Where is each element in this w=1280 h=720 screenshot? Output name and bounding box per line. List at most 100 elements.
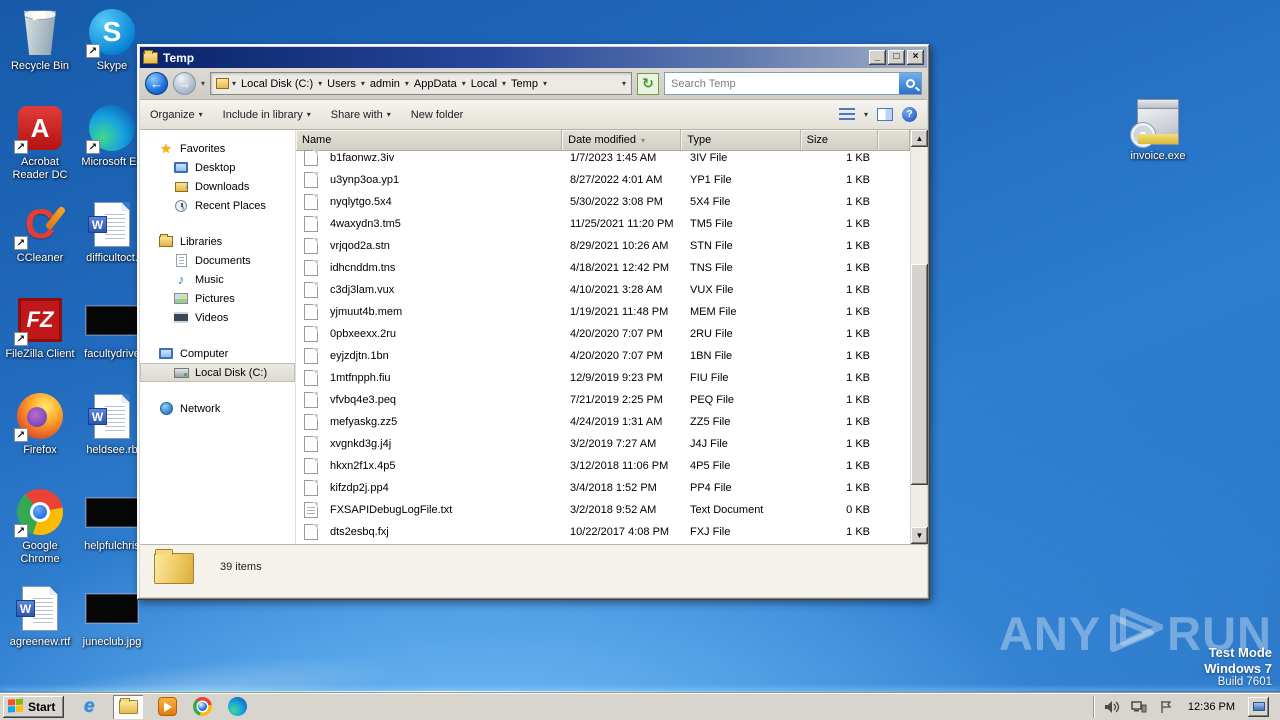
file-size: 1 KB [846,350,870,362]
table-row[interactable]: vfvbq4e3.peq 7/21/2019 2:25 PM PEQ File 1 K… [296,389,910,411]
sidebar-item-videos[interactable]: Videos [140,308,295,327]
table-row[interactable]: c3dj3lam.vux 4/10/2021 3:28 AM VUX File 1 K… [296,279,910,301]
table-row[interactable]: 1mtfnpph.fiu 12/9/2019 9:23 PM FIU File 1 K… [296,367,910,389]
breadcrumb-segment[interactable]: Users [325,78,358,90]
table-row[interactable]: xvgnkd3g.j4j 3/2/2019 7:27 AM J4J File 1 KB [296,433,910,455]
taskbar-explorer-button[interactable] [113,694,144,719]
breadcrumb-separator-icon[interactable]: ▾ [361,79,365,88]
table-row[interactable]: 0pbxeexx.2ru 4/20/2020 7:07 PM 2RU File 1 K… [296,323,910,345]
watermark-lines: Test Mode Windows 7 Build 7601 [999,645,1272,690]
sidebar-item-libraries[interactable]: Libraries [140,232,295,251]
table-row[interactable]: 4waxydn3.tm5 11/25/2021 11:20 PM TM5 File 1… [296,213,910,235]
taskbar-ie-button[interactable]: e [78,696,100,718]
breadcrumb-segment[interactable]: Local [469,78,499,90]
column-header-type[interactable]: Type [681,130,800,150]
vertical-scrollbar[interactable]: ▲ ▼ [910,130,928,544]
desktop-icon-acrobat-reader-dc[interactable]: A ↗ Acrobat Reader DC [4,102,76,198]
sidebar-item-network[interactable]: Network [140,399,295,418]
desktop-icon-invoice-exe[interactable]: invoice.exe [1122,96,1194,163]
back-arrow-icon: ← [150,76,163,91]
start-button[interactable]: Start [3,695,65,718]
refresh-button[interactable]: ↻ [637,72,660,95]
breadcrumb-dropdown-icon[interactable]: ▾ [622,79,626,88]
volume-icon[interactable] [1103,699,1121,715]
sidebar-item-pictures[interactable]: Pictures [140,289,295,308]
desktop-icon-recycle-bin[interactable]: Recycle Bin [4,6,76,102]
breadcrumb-segment[interactable]: Temp [509,78,540,90]
table-row[interactable]: vrjqod2a.stn 8/29/2021 10:26 AM STN File 1 … [296,235,910,257]
column-header-size[interactable]: Size [801,130,879,150]
explorer-content: ★ Favorites Desktop Downloads Recent Places L… [140,130,928,544]
scroll-down-icon[interactable]: ▼ [911,527,928,544]
help-icon[interactable]: ? [902,107,917,122]
breadcrumb-separator-icon[interactable]: ▾ [318,79,322,88]
taskbar-edge-button[interactable] [226,696,248,718]
table-row[interactable]: dts2esbq.fxj 10/22/2017 4:08 PM FXJ File 1 … [296,521,910,543]
column-header-label: Date modified [568,134,637,146]
table-row[interactable]: yjmuut4b.mem 1/19/2021 11:48 PM MEM File 1 … [296,301,910,323]
column-header-name[interactable]: Name [296,130,562,150]
window-titlebar[interactable]: Temp _ □ × [140,47,927,68]
breadcrumb-separator-icon[interactable]: ▾ [232,79,236,88]
navigation-pane: ★ Favorites Desktop Downloads Recent Places L… [140,130,296,544]
table-row[interactable]: hkxn2f1x.4p5 3/12/2018 11:06 PM 4P5 File 1 … [296,455,910,477]
toolbar-include-in-library[interactable]: Include in library ▾ [223,109,311,121]
breadcrumb-segment[interactable]: AppData [412,78,459,90]
desktop-icon-ccleaner[interactable]: C ↗ CCleaner [4,198,76,294]
sidebar-item-music[interactable]: ♪ Music [140,270,295,289]
breadcrumb-separator-icon[interactable]: ▾ [502,79,506,88]
table-row[interactable]: idhcnddm.tns 4/18/2021 12:42 PM TNS File 1 … [296,257,910,279]
scroll-up-icon[interactable]: ▲ [911,130,928,147]
sidebar-item-favorites[interactable]: ★ Favorites [140,139,295,158]
back-button[interactable]: ← [145,72,168,95]
desktop-icon-filezilla-client[interactable]: FZ ↗ FileZilla Client [4,294,76,390]
toolbar-new-folder[interactable]: New folder [411,109,464,121]
history-dropdown-icon[interactable]: ▾ [201,79,205,88]
change-view-icon[interactable] [838,108,855,121]
column-header-label: Type [687,134,712,146]
table-row[interactable]: b1faonwz.3iv 1/7/2023 1:45 AM 3IV File 1 KB [296,147,910,169]
toolbar-share-with[interactable]: Share with ▾ [331,109,391,121]
table-row[interactable]: eyjzdjtn.1bn 4/20/2020 7:07 PM 1BN File 1 K… [296,345,910,367]
column-header-date-modified[interactable]: Date modified ▾ [562,130,681,150]
maximize-button[interactable]: □ [888,50,905,65]
explorer-window: Temp _ □ × ← → ▾ ▾ Local Disk (C:) ▾ Users ▾ ad… [137,44,930,600]
taskbar-media-player-button[interactable] [156,696,178,718]
sidebar-item-computer[interactable]: Computer [140,344,295,363]
show-desktop-button[interactable] [1248,696,1269,717]
sidebar-item-desktop[interactable]: Desktop [140,158,295,177]
network-icon[interactable] [1130,699,1148,715]
breadcrumb-separator-icon[interactable]: ▾ [543,79,547,88]
sidebar-item-documents[interactable]: Documents [140,251,295,270]
sidebar-item-local-disk-c-[interactable]: Local Disk (C:) [140,363,295,382]
scrollbar-thumb[interactable] [911,264,928,485]
sidebar-item-downloads[interactable]: Downloads [140,177,295,196]
sidebar-item-recent-places[interactable]: Recent Places [140,196,295,215]
search-input[interactable] [665,77,899,90]
search-button[interactable] [899,73,921,94]
anyrun-brand-run: RUN [1167,606,1272,660]
minimize-button[interactable]: _ [869,50,886,65]
breadcrumb-segment[interactable]: admin [368,78,402,90]
forward-button[interactable]: → [173,72,196,95]
action-center-flag-icon[interactable] [1157,699,1175,715]
taskbar-clock[interactable]: 12:36 PM [1184,701,1239,713]
table-row[interactable]: kifzdp2j.pp4 3/4/2018 1:52 PM PP4 File 1 KB [296,477,910,499]
table-row[interactable]: nyqlytgo.5x4 5/30/2022 3:08 PM 5X4 File 1 K… [296,191,910,213]
desktop-icon-google-chrome[interactable]: ↗ Google Chrome [4,486,76,582]
word-badge: W [88,215,107,233]
table-row[interactable]: u3ynp3oa.yp1 8/27/2022 4:01 AM YP1 File 1 K… [296,169,910,191]
change-view-dropdown-icon[interactable]: ▾ [864,110,868,119]
toolbar-organize[interactable]: Organize ▾ [150,109,203,121]
close-button[interactable]: × [907,50,924,65]
image-thumbnail [86,593,138,623]
preview-pane-icon[interactable] [877,108,893,121]
breadcrumb-segment[interactable]: Local Disk (C:) [239,78,315,90]
table-row[interactable]: FXSAPIDebugLogFile.txt 3/2/2018 9:52 AM Te… [296,499,910,521]
table-row[interactable]: mefyaskg.zz5 4/24/2019 1:31 AM ZZ5 File 1 K… [296,411,910,433]
desktop-icon-firefox[interactable]: ↗ Firefox [4,390,76,486]
breadcrumb-separator-icon[interactable]: ▾ [405,79,409,88]
desktop-icon-agreenew-rtf[interactable]: Wagreenew.rtf [4,582,76,678]
taskbar-chrome-button[interactable] [191,696,213,718]
breadcrumb-separator-icon[interactable]: ▾ [462,79,466,88]
